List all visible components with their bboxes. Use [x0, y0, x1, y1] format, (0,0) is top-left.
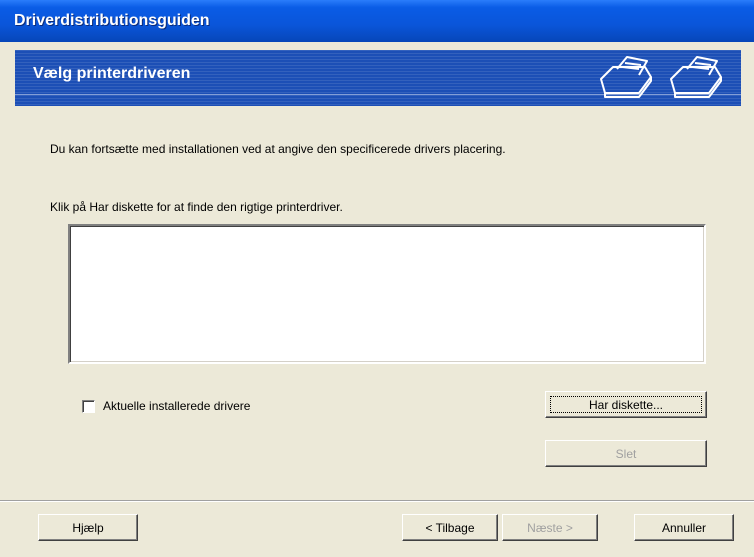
- intro-text: Du kan fortsætte med installationen ved …: [50, 142, 506, 156]
- footer-divider: [0, 500, 754, 502]
- next-button[interactable]: Næste >: [502, 514, 598, 541]
- current-drivers-checkbox-row[interactable]: Aktuelle installerede drivere: [82, 399, 250, 413]
- window-title: Driverdistributionsguiden: [14, 12, 210, 29]
- back-button[interactable]: < Tilbage: [402, 514, 498, 541]
- current-drivers-label[interactable]: Aktuelle installerede drivere: [103, 399, 250, 413]
- prompt-text: Klik på Har diskette for at finde den ri…: [50, 200, 343, 214]
- page-heading: Vælg printerdriveren: [33, 65, 191, 82]
- help-button[interactable]: Hjælp: [38, 514, 138, 541]
- title-bar[interactable]: Driverdistributionsguiden: [0, 0, 754, 42]
- header-banner: Vælg printerdriveren: [15, 50, 741, 106]
- current-drivers-checkbox[interactable]: [82, 399, 95, 413]
- delete-button[interactable]: Slet: [545, 440, 707, 467]
- driver-list[interactable]: [68, 224, 706, 364]
- printer-icon: [670, 56, 722, 98]
- have-disk-button[interactable]: Har diskette...: [545, 391, 707, 418]
- printer-icon: [600, 56, 652, 98]
- cancel-button[interactable]: Annuller: [634, 514, 734, 541]
